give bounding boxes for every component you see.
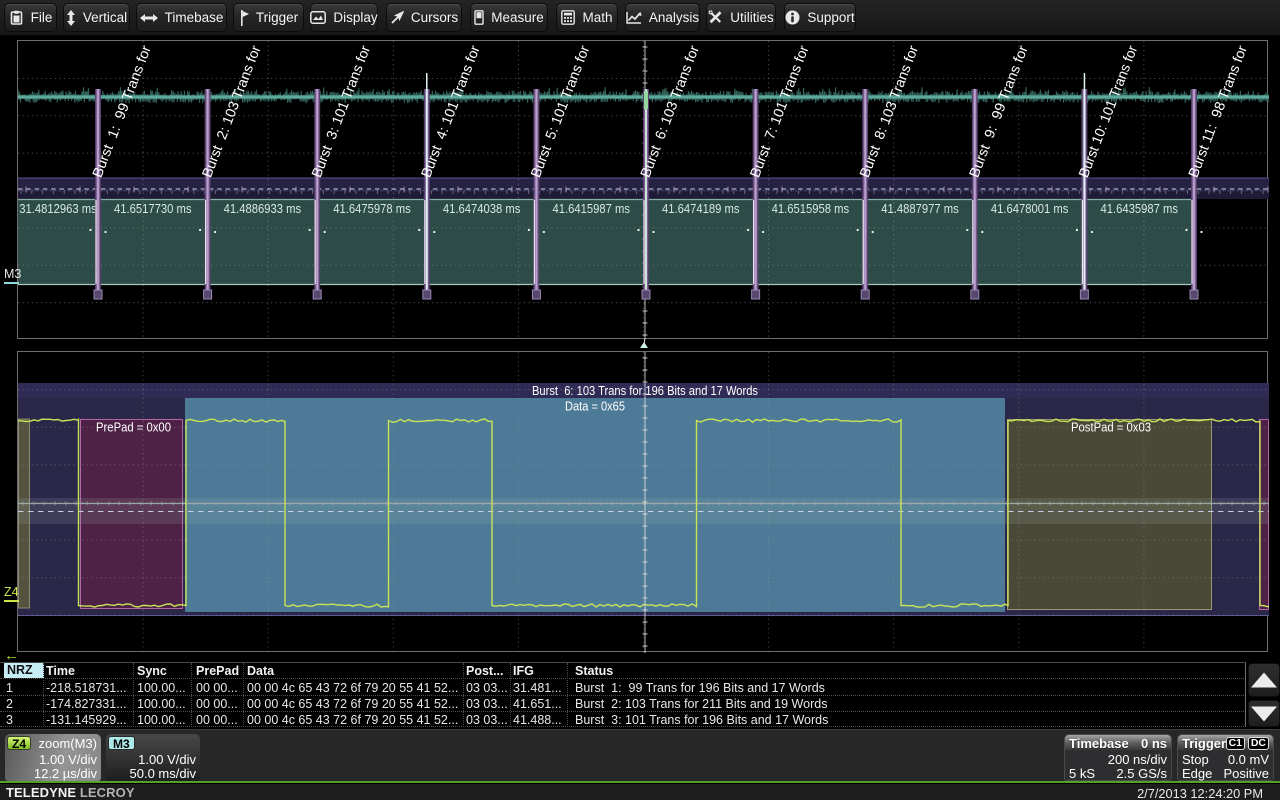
svg-text:41.4887977 ms: 41.4887977 ms [881, 201, 959, 216]
svg-text:41.4886933 ms: 41.4886933 ms [224, 201, 302, 216]
svg-text:41.6474189 ms: 41.6474189 ms [662, 201, 740, 216]
svg-text:Data = 0x65: Data = 0x65 [565, 399, 625, 414]
svg-text:41.6478001 ms: 41.6478001 ms [991, 201, 1069, 216]
svg-text:41.6515958 ms: 41.6515958 ms [772, 201, 850, 216]
svg-text:41.6475978 ms: 41.6475978 ms [333, 201, 411, 216]
svg-text:PrePad = 0x00: PrePad = 0x00 [96, 420, 171, 435]
svg-text:41.6474038 ms: 41.6474038 ms [443, 201, 521, 216]
svg-text:41.6435987 ms: 41.6435987 ms [1100, 201, 1178, 216]
svg-text:31.4812963 ms: 31.4812963 ms [19, 201, 97, 216]
svg-text:41.6415987 ms: 41.6415987 ms [552, 201, 630, 216]
svg-text:41.6517730 ms: 41.6517730 ms [114, 201, 192, 216]
